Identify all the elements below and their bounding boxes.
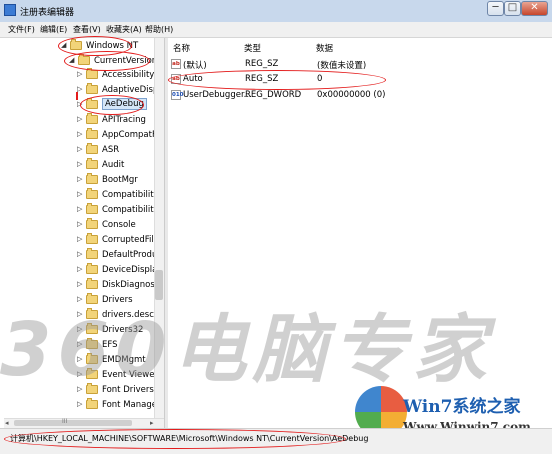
folder-icon — [78, 54, 90, 65]
expand-arrow-icon[interactable]: ▷ — [77, 175, 82, 183]
hscroll-grip: III — [62, 418, 68, 425]
column-header-type[interactable]: 类型 — [244, 42, 261, 54]
expand-arrow-icon[interactable]: ▷ — [77, 70, 82, 78]
expand-arrow-icon[interactable]: ▷ — [77, 265, 82, 273]
tree-hscroll-thumb[interactable] — [14, 420, 132, 426]
expand-arrow-icon[interactable]: ▷ — [77, 100, 82, 108]
annotation-tick — [76, 92, 78, 100]
folder-icon — [86, 398, 98, 409]
expand-arrow-icon[interactable]: ▷ — [77, 250, 82, 258]
tree-node-label: Console — [102, 220, 136, 230]
expand-arrow-icon[interactable]: ▷ — [77, 400, 82, 408]
registry-path: 计算机\HKEY_LOCAL_MACHINE\SOFTWARE\Microsof… — [10, 434, 369, 443]
tree-node-label: Audit — [102, 160, 125, 170]
folder-icon — [86, 113, 98, 124]
folder-icon — [86, 233, 98, 244]
folder-icon — [86, 173, 98, 184]
value-type: REG_SZ — [245, 74, 279, 84]
menu-edit[interactable]: 编辑(E) — [40, 24, 67, 35]
scroll-right-icon[interactable]: ▸ — [150, 419, 154, 427]
folder-icon — [86, 98, 98, 109]
menu-view[interactable]: 查看(V) — [73, 24, 101, 35]
title-bar — [0, 0, 552, 23]
value-name: Auto — [183, 74, 203, 84]
value-data: (数值未设置) — [317, 61, 367, 71]
tree-node-label: BootMgr — [102, 175, 138, 185]
expand-arrow-icon[interactable]: ▷ — [77, 145, 82, 153]
expand-arrow-icon[interactable]: ▷ — [77, 235, 82, 243]
value-row[interactable]: ab (默认) REG_SZ (数值未设置) — [171, 58, 541, 72]
value-data: 0 — [317, 74, 323, 84]
value-row[interactable]: 010 UserDebugger... REG_DWORD 0x00000000… — [171, 89, 541, 103]
column-header-data[interactable]: 数据 — [316, 42, 333, 54]
tree-node-label: AeDebug — [102, 98, 147, 110]
expand-arrow-icon[interactable]: ◢ — [61, 41, 66, 49]
value-type: REG_DWORD — [245, 90, 302, 100]
folder-icon — [86, 203, 98, 214]
value-name: (默认) — [183, 61, 207, 71]
menu-file[interactable]: 文件(F) — [8, 24, 35, 35]
expand-arrow-icon[interactable]: ▷ — [77, 115, 82, 123]
value-row[interactable]: ab Auto REG_SZ 0 — [171, 73, 541, 87]
tree-node-label: ASR — [102, 145, 120, 155]
folder-icon — [86, 218, 98, 229]
value-data: 0x00000000 (0) — [317, 90, 386, 100]
folder-icon — [86, 83, 98, 94]
watermark-text: 360电脑专家 — [0, 307, 493, 393]
logo-title: Win7系统之家 — [403, 397, 521, 417]
string-value-icon: ab — [171, 74, 181, 84]
tree-node-label: APITracing — [102, 115, 146, 125]
folder-icon — [86, 278, 98, 289]
expand-arrow-icon[interactable]: ▷ — [77, 190, 82, 198]
folder-icon — [86, 248, 98, 259]
folder-icon — [86, 263, 98, 274]
menu-favorites[interactable]: 收藏夹(A) — [106, 24, 142, 35]
expand-arrow-icon[interactable]: ▷ — [77, 160, 82, 168]
minimize-button[interactable]: ─ — [487, 1, 504, 16]
folder-icon — [86, 158, 98, 169]
tree-node-label: Compatibility — [102, 190, 159, 200]
folder-icon — [86, 188, 98, 199]
dword-value-icon: 010 — [171, 90, 184, 100]
folder-icon — [70, 39, 82, 50]
expand-arrow-icon[interactable]: ▷ — [77, 280, 82, 288]
tree-node-label: Accessibility — [102, 70, 155, 80]
folder-icon — [86, 128, 98, 139]
menu-help[interactable]: 帮助(H) — [145, 24, 173, 35]
expand-arrow-icon[interactable]: ▷ — [77, 220, 82, 228]
registry-editor-icon — [4, 4, 16, 16]
expand-arrow-icon[interactable]: ▷ — [77, 205, 82, 213]
close-button[interactable]: ✕ — [521, 1, 548, 16]
folder-icon — [86, 143, 98, 154]
value-type: REG_SZ — [245, 59, 279, 69]
expand-arrow-icon[interactable]: ◢ — [69, 56, 74, 64]
folder-icon — [86, 68, 98, 79]
scroll-left-icon[interactable]: ◂ — [5, 419, 9, 427]
string-value-icon: ab — [171, 59, 181, 69]
column-header-name[interactable]: 名称 — [173, 42, 190, 54]
expand-arrow-icon[interactable]: ▷ — [77, 130, 82, 138]
maximize-button[interactable]: □ — [504, 1, 521, 16]
window-title: 注册表编辑器 — [20, 8, 75, 18]
value-name: UserDebugger... — [183, 90, 252, 100]
